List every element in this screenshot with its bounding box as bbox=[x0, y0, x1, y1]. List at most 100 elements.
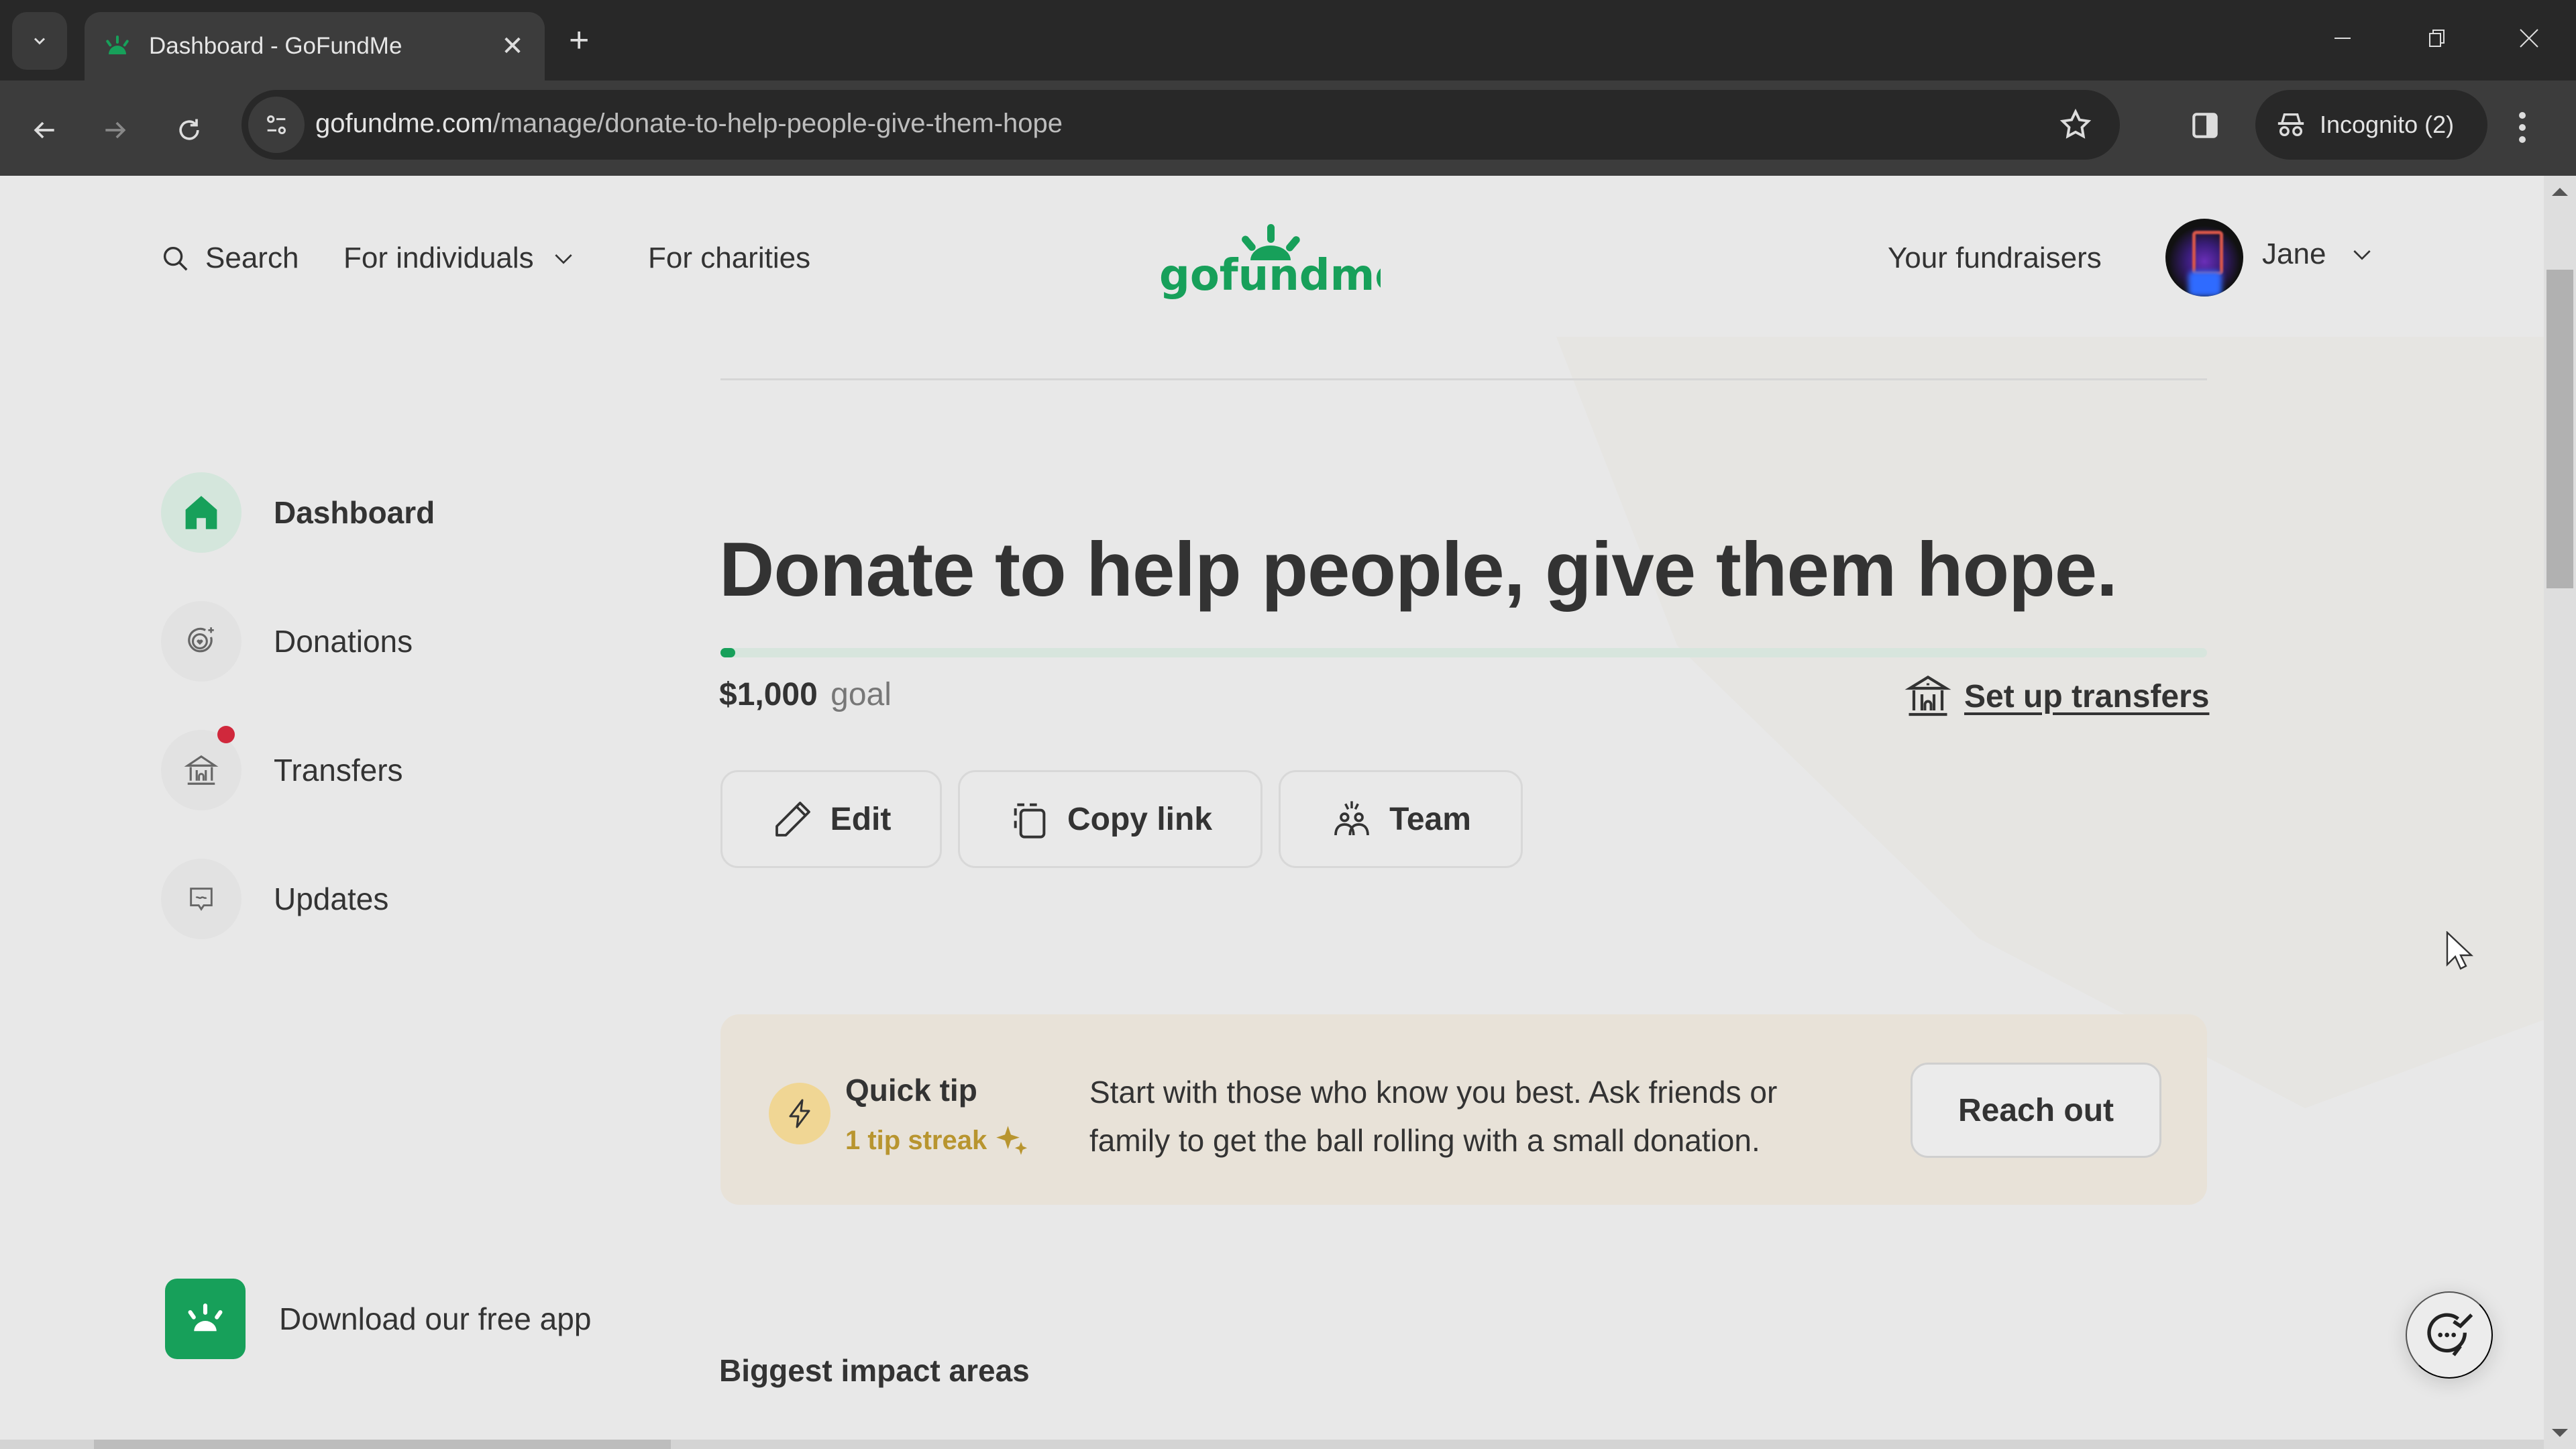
decorative-background-shape bbox=[1556, 337, 2544, 1108]
bookmark-button[interactable] bbox=[2058, 107, 2093, 146]
browser-menu-button[interactable] bbox=[2516, 107, 2529, 151]
chevron-down-icon bbox=[2353, 250, 2371, 260]
tip-streak: 1 tip streak bbox=[845, 1123, 1030, 1158]
team-label: Team bbox=[1389, 801, 1471, 837]
sidebar-label: Updates bbox=[274, 881, 389, 916]
side-panel-button[interactable] bbox=[2188, 109, 2222, 146]
vertical-scrollbar[interactable] bbox=[2544, 176, 2576, 1449]
arrow-left-icon bbox=[34, 121, 54, 139]
mouse-cursor-icon bbox=[2446, 931, 2474, 970]
download-app-link[interactable]: Download our free app bbox=[165, 1279, 591, 1359]
incognito-label: Incognito (2) bbox=[2320, 111, 2455, 138]
set-up-transfers-label: Set up transfers bbox=[1964, 678, 2210, 714]
tip-streak-label: 1 tip streak bbox=[845, 1125, 987, 1155]
back-button[interactable] bbox=[23, 109, 66, 152]
site-info-button[interactable] bbox=[248, 97, 305, 153]
gofundme-logo-icon: gofundme bbox=[1159, 224, 1404, 301]
progress-fill bbox=[720, 648, 735, 657]
tip-text: Start with those who know you best. Ask … bbox=[1089, 1075, 1778, 1158]
close-icon bbox=[2520, 29, 2538, 48]
side-panel-icon bbox=[2192, 113, 2218, 138]
goal-summary: $1,000 goal bbox=[719, 676, 892, 713]
reload-button[interactable] bbox=[168, 109, 211, 152]
gofundme-app-icon bbox=[188, 1303, 223, 1332]
for-charities-label: For charities bbox=[648, 241, 811, 274]
help-chat-button[interactable] bbox=[2406, 1291, 2493, 1379]
sidebar-icon-wrap bbox=[161, 726, 241, 810]
forward-button[interactable] bbox=[94, 109, 137, 152]
download-app-label: Download our free app bbox=[279, 1301, 592, 1336]
biggest-impact-heading: Biggest impact areas bbox=[719, 1353, 1030, 1388]
page-content: Search For individuals For charities gof… bbox=[0, 176, 2544, 1449]
user-avatar[interactable] bbox=[2165, 219, 2243, 297]
your-fundraisers-link[interactable]: Your fundraisers bbox=[1888, 241, 2102, 275]
notification-dot bbox=[217, 726, 235, 743]
tip-title: Quick tip bbox=[845, 1073, 977, 1108]
user-menu[interactable]: Jane bbox=[2262, 237, 2375, 271]
goal-label: goal bbox=[830, 677, 892, 712]
horizontal-scrollbar-thumb[interactable] bbox=[94, 1440, 671, 1449]
for-individuals-menu[interactable]: For individuals bbox=[343, 241, 577, 275]
incognito-icon bbox=[2277, 113, 2304, 137]
edit-label: Edit bbox=[830, 801, 892, 837]
gofundme-favicon-icon bbox=[106, 36, 129, 54]
sidebar-label: Dashboard bbox=[274, 495, 435, 530]
scrollbar-thumb[interactable] bbox=[2546, 270, 2573, 588]
close-window-button[interactable] bbox=[2502, 15, 2556, 62]
reload-icon bbox=[179, 119, 199, 140]
sidebar-item-updates[interactable]: Updates bbox=[161, 859, 388, 939]
sidebar-icon-wrap bbox=[161, 601, 241, 682]
quick-tip-card: Quick tip 1 tip streak Start with those … bbox=[720, 1014, 2207, 1205]
pencil-icon bbox=[775, 802, 810, 837]
minimize-icon bbox=[2334, 38, 2351, 39]
address-bar[interactable]: gofundme.com/manage/donate-to-help-peopl… bbox=[241, 90, 2120, 160]
browser-toolbar: gofundme.com/manage/donate-to-help-peopl… bbox=[0, 80, 2576, 176]
copy-link-button[interactable]: Copy link bbox=[958, 770, 1263, 868]
site-header: Search For individuals For charities gof… bbox=[0, 176, 2544, 337]
edit-button[interactable]: Edit bbox=[720, 770, 942, 868]
sidebar-icon-wrap bbox=[161, 859, 241, 939]
scroll-up-arrow-icon[interactable] bbox=[2552, 188, 2568, 196]
minimize-button[interactable] bbox=[2316, 15, 2369, 62]
for-charities-link[interactable]: For charities bbox=[648, 241, 810, 275]
search-button[interactable]: Search bbox=[160, 241, 299, 275]
donations-heart-icon bbox=[188, 627, 214, 653]
chevron-down-icon bbox=[34, 38, 46, 45]
horizontal-scrollbar[interactable] bbox=[0, 1440, 2544, 1449]
sidebar-item-transfers[interactable]: Transfers bbox=[161, 726, 403, 810]
header-divider bbox=[720, 378, 2207, 380]
goal-amount: $1,000 bbox=[719, 677, 818, 712]
search-label: Search bbox=[205, 241, 299, 274]
tab-search-button[interactable] bbox=[12, 12, 67, 70]
chat-bubble-check-icon bbox=[2427, 1313, 2473, 1356]
sidebar-label: Transfers bbox=[274, 753, 403, 788]
chevron-down-icon bbox=[555, 254, 572, 264]
reach-out-button[interactable]: Reach out bbox=[1911, 1063, 2161, 1158]
browser-tab-active[interactable]: Dashboard - GoFundMe ✕ bbox=[85, 12, 545, 80]
incognito-button[interactable]: Incognito (2) bbox=[2255, 90, 2487, 160]
set-up-transfers-link[interactable]: Set up transfers bbox=[1904, 672, 2209, 720]
scroll-down-arrow-icon[interactable] bbox=[2552, 1429, 2568, 1437]
new-tab-button[interactable]: + bbox=[569, 20, 589, 60]
search-icon bbox=[163, 246, 188, 271]
fundraising-progress-bar bbox=[720, 648, 2207, 657]
copy-icon bbox=[1014, 803, 1046, 839]
arrow-right-icon bbox=[105, 121, 126, 139]
browser-tab-bar: Dashboard - GoFundMe ✕ + bbox=[0, 0, 2576, 80]
url-path: /manage/donate-to-help-people-give-them-… bbox=[492, 109, 1063, 138]
sidebar-item-donations[interactable]: Donations bbox=[161, 601, 413, 682]
copy-link-label: Copy link bbox=[1067, 801, 1213, 837]
for-individuals-label: For individuals bbox=[343, 241, 534, 274]
sidebar-item-dashboard[interactable]: Dashboard bbox=[161, 472, 435, 553]
url-text[interactable]: gofundme.com/manage/donate-to-help-peopl… bbox=[315, 109, 1063, 139]
team-button[interactable]: Team bbox=[1279, 770, 1523, 868]
logo-text: gofundme bbox=[1159, 251, 1381, 299]
tip-icon-wrap bbox=[769, 1083, 830, 1144]
more-vertical-icon bbox=[2519, 112, 2526, 143]
campaign-title: Donate to help people, give them hope. bbox=[719, 527, 2118, 612]
gofundme-logo[interactable]: gofundme bbox=[1159, 220, 1404, 303]
url-domain: gofundme.com bbox=[315, 109, 493, 138]
restore-button[interactable] bbox=[2411, 15, 2465, 62]
team-icon bbox=[1334, 801, 1369, 836]
tab-close-icon[interactable]: ✕ bbox=[499, 31, 526, 62]
